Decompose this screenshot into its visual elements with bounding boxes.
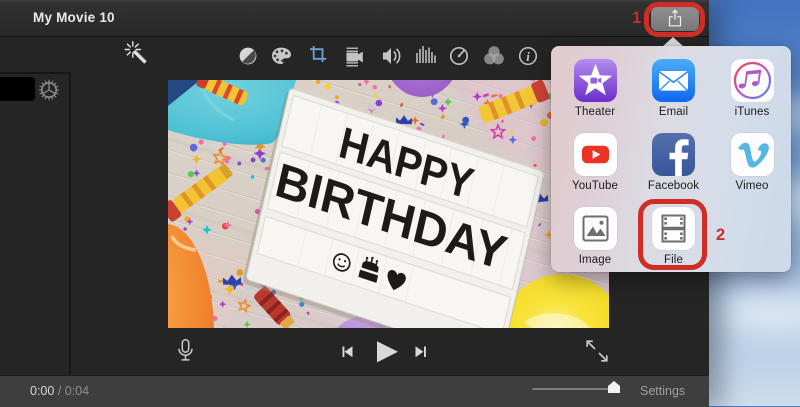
svg-text:i: i: [526, 49, 530, 64]
